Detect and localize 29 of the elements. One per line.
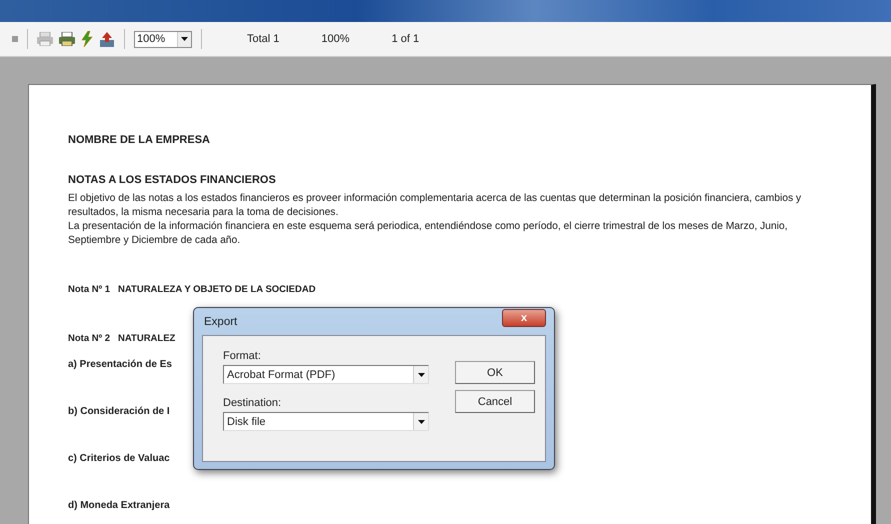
dropdown-field[interactable]: Acrobat Format (PDF)	[223, 365, 429, 384]
note-number: Nota Nº 2	[68, 333, 110, 344]
dropdown-arrow-icon	[181, 37, 188, 41]
note-number: Nota Nº 1	[68, 284, 110, 295]
section-heading: NOTAS A LOS ESTADOS FINANCIEROS	[68, 174, 277, 186]
paragraph: El objetivo de las notas a los estados financieros es proveer información complementaria acerca de las cuentas que determinan la posición financiera, cambios y resultados, la misma necesaria para la toma de decisiones.	[68, 192, 802, 220]
dropdown-arrow-icon	[418, 420, 424, 424]
printer-icon[interactable]	[59, 32, 75, 46]
page-count: 1 of 1	[392, 33, 420, 45]
subsection-title: c) Criterios de Valuac	[68, 453, 170, 464]
cancel-button[interactable]: Cancel	[455, 390, 535, 413]
note-title: NATURALEZA Y OBJETO DE LA SOCIEDAD	[118, 284, 316, 295]
field-label: Destination:	[223, 397, 282, 409]
company-name: NOMBRE DE LA EMPRESA	[68, 134, 211, 146]
subsection-title: a) Presentación de Es	[68, 359, 172, 370]
total-label: Total 1	[247, 33, 280, 45]
dialog-title: Export	[204, 316, 238, 328]
zoom-dropdown[interactable]: 100%	[134, 30, 192, 48]
field-label: Format:	[223, 350, 262, 362]
lightning-icon[interactable]	[81, 31, 93, 47]
dropdown-field[interactable]: Disk file	[223, 412, 429, 431]
paragraph: La presentación de la información financiera en este esquema será periodica, entendiéndose como período, el cierre trimestral de los meses de Marzo, Junio, Septiembre y Diciembre de cada año.	[68, 220, 788, 248]
zoom-percent: 100%	[321, 33, 350, 45]
subsection-title: d) Moneda Extranjera	[68, 500, 170, 511]
ok-button[interactable]: OK	[455, 361, 535, 384]
note-title: NATURALEZ	[118, 333, 176, 344]
dropdown-arrow-icon	[418, 372, 424, 376]
export-icon[interactable]	[99, 32, 115, 46]
subsection-title: b) Consideración de I	[68, 406, 170, 417]
